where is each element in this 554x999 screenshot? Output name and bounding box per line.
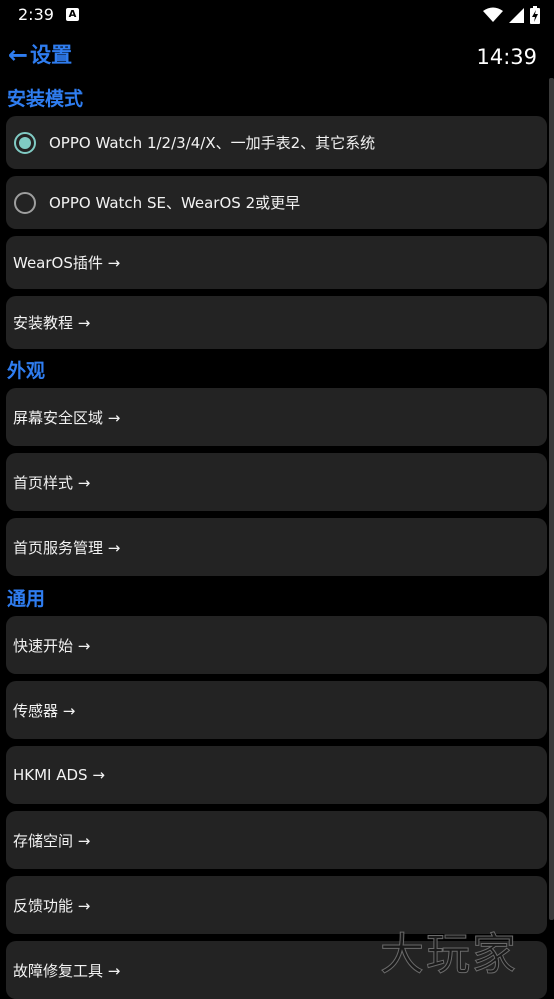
radio-option-label: OPPO Watch SE、WearOS 2或更早: [49, 194, 301, 212]
section-header-install-mode: 安装模式: [7, 88, 84, 110]
menu-item-label: 反馈功能 →: [13, 896, 91, 915]
menu-item-label: 安装教程 →: [13, 314, 91, 332]
menu-item-label: HKMI ADS →: [13, 766, 105, 784]
menu-item-label: 首页样式 →: [13, 473, 91, 492]
radio-option-oppo-watch-se[interactable]: OPPO Watch SE、WearOS 2或更早: [6, 176, 547, 229]
menu-item-label: 存储空间 →: [13, 831, 91, 850]
menu-item-screen-safe-area[interactable]: 屏幕安全区域 →: [6, 388, 547, 446]
menu-item-label: 屏幕安全区域 →: [13, 408, 121, 427]
scrollbar[interactable]: [549, 78, 554, 920]
radio-selected-icon: [14, 131, 36, 154]
menu-item-label: 首页服务管理 →: [13, 538, 121, 557]
menu-item-wearos-plugin[interactable]: WearOS插件 →: [6, 236, 547, 289]
menu-item-home-service-manage[interactable]: 首页服务管理 →: [6, 518, 547, 576]
radio-option-label: OPPO Watch 1/2/3/4/X、一加手表2、其它系统: [49, 134, 376, 152]
watermark: 大玩家: [380, 929, 518, 981]
menu-item-label: WearOS插件 →: [13, 254, 121, 272]
radio-unselected-icon: [14, 191, 36, 214]
menu-item-label: 故障修复工具 →: [13, 961, 121, 980]
menu-item-install-tutorial[interactable]: 安装教程 →: [6, 296, 547, 349]
section-header-general: 通用: [7, 588, 46, 610]
menu-item-quick-start[interactable]: 快速开始 →: [6, 616, 547, 674]
section-header-appearance: 外观: [7, 360, 46, 382]
menu-item-home-style[interactable]: 首页样式 →: [6, 453, 547, 511]
menu-item-label: 传感器 →: [13, 701, 76, 720]
menu-item-storage[interactable]: 存储空间 →: [6, 811, 547, 869]
menu-item-label: 快速开始 →: [13, 636, 91, 655]
settings-list[interactable]: 安装模式 OPPO Watch 1/2/3/4/X、一加手表2、其它系统 OPP…: [0, 0, 554, 999]
menu-item-sensors[interactable]: 传感器 →: [6, 681, 547, 739]
radio-option-oppo-watch[interactable]: OPPO Watch 1/2/3/4/X、一加手表2、其它系统: [6, 116, 547, 169]
menu-item-hkmi-ads[interactable]: HKMI ADS →: [6, 746, 547, 804]
